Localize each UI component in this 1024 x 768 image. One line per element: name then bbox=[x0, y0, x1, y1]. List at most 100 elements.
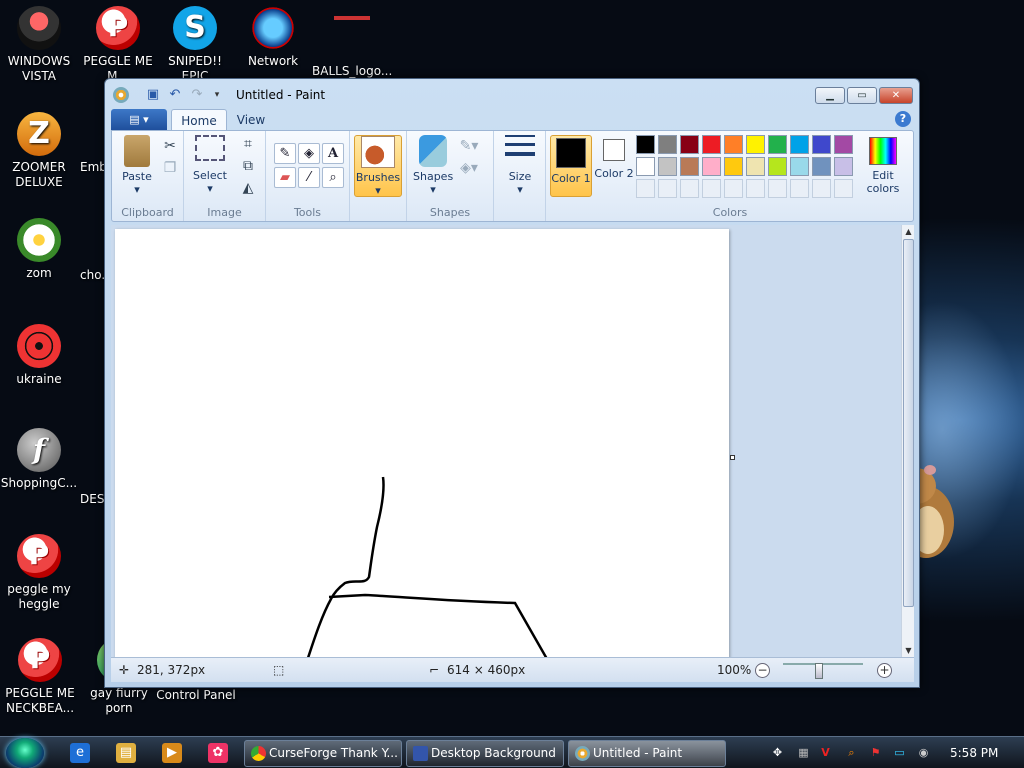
rotate-icon[interactable]: ◭ bbox=[238, 179, 258, 197]
palette-swatch[interactable] bbox=[724, 157, 743, 176]
select-button[interactable]: Select ▾ bbox=[190, 135, 230, 195]
tray-v-icon[interactable]: V bbox=[818, 745, 833, 760]
customize-qat-icon[interactable]: ▾ bbox=[209, 87, 225, 103]
palette-swatch[interactable] bbox=[680, 135, 699, 154]
tray-network-icon[interactable]: ▦ bbox=[796, 745, 811, 760]
minimize-button[interactable]: ▁ bbox=[815, 87, 845, 104]
tray-volume-icon[interactable]: ◉ bbox=[916, 745, 931, 760]
palette-swatch[interactable] bbox=[790, 157, 809, 176]
palette-swatch[interactable] bbox=[724, 135, 743, 154]
drawing-canvas[interactable] bbox=[115, 229, 729, 657]
desktop-icon-emb[interactable]: Emb... bbox=[80, 160, 104, 175]
explorer-icon[interactable]: ▤ bbox=[116, 743, 136, 763]
close-button[interactable]: ✕ bbox=[879, 87, 913, 104]
zoom-out-icon[interactable]: − bbox=[755, 663, 770, 678]
zoom-slider-track[interactable] bbox=[783, 663, 863, 665]
palette-swatch[interactable] bbox=[746, 135, 765, 154]
paint-app-icon[interactable] bbox=[113, 87, 129, 103]
task-paint[interactable]: Untitled - Paint bbox=[568, 740, 726, 767]
palette-swatch[interactable] bbox=[680, 157, 699, 176]
desktop-icon-zoomer[interactable]: Z ZOOMER DELUXE bbox=[0, 112, 78, 190]
desktop-icon-peggle-my-heggle[interactable]: peggle my heggle bbox=[0, 534, 78, 612]
help-icon[interactable]: ? bbox=[895, 111, 911, 127]
palette-swatch[interactable] bbox=[746, 157, 765, 176]
magnifier-icon[interactable]: ⌕ bbox=[322, 167, 344, 188]
task-curseforge[interactable]: CurseForge Thank Y... bbox=[244, 740, 402, 767]
desktop-icon-sniped[interactable]: S SNIPED!! EPIC bbox=[156, 6, 234, 84]
palette-swatch[interactable] bbox=[636, 157, 655, 176]
zoom-in-icon[interactable]: + bbox=[877, 663, 892, 678]
eraser-icon[interactable]: ▰ bbox=[274, 167, 296, 188]
custom-color-slot[interactable] bbox=[724, 179, 743, 198]
cut-icon[interactable]: ✂ bbox=[160, 137, 180, 155]
tray-arrows-icon[interactable]: ✥ bbox=[770, 745, 785, 760]
desktop-icon-zom[interactable]: zom bbox=[0, 218, 78, 281]
scroll-thumb[interactable] bbox=[903, 239, 914, 607]
desktop-icon-windows-vista[interactable]: WINDOWS VISTA bbox=[0, 6, 78, 84]
desktop-icon-network[interactable]: Network bbox=[234, 6, 312, 69]
desktop-icon-ukraine[interactable]: ukraine bbox=[0, 324, 78, 387]
desktop-icon-peggle-me[interactable]: PEGGLE ME M... bbox=[78, 6, 158, 84]
scroll-down-icon[interactable]: ▼ bbox=[902, 646, 915, 655]
custom-color-slot[interactable] bbox=[768, 179, 787, 198]
desktop-icon-peggle-neckbeard[interactable]: PEGGLE ME NECKBEA... bbox=[0, 638, 80, 716]
palette-swatch[interactable] bbox=[702, 157, 721, 176]
desktop-icon-control-panel[interactable]: Control Panel bbox=[156, 688, 236, 703]
scroll-up-icon[interactable]: ▲ bbox=[902, 227, 915, 236]
tab-view[interactable]: View bbox=[229, 109, 273, 131]
custom-color-slot[interactable] bbox=[702, 179, 721, 198]
palette-swatch[interactable] bbox=[768, 135, 787, 154]
palette-swatch[interactable] bbox=[812, 135, 831, 154]
palette-swatch[interactable] bbox=[768, 157, 787, 176]
custom-color-slot[interactable] bbox=[636, 179, 655, 198]
desktop-icon-balls-logo[interactable]: BALLS_logo... bbox=[312, 6, 392, 79]
pencil-icon[interactable]: ✎ bbox=[274, 143, 296, 164]
text-icon[interactable]: A bbox=[322, 143, 344, 164]
paint-quicklaunch-icon[interactable]: ✿ bbox=[208, 743, 228, 763]
tab-home[interactable]: Home bbox=[171, 109, 227, 131]
color-picker-icon[interactable]: ⁄ bbox=[298, 167, 320, 188]
palette-swatch[interactable] bbox=[636, 135, 655, 154]
brushes-button[interactable]: Brushes ▾ bbox=[354, 135, 402, 197]
clock[interactable]: 5:58 PM bbox=[950, 746, 998, 760]
edit-colors-button[interactable]: Edit colors bbox=[858, 135, 908, 195]
save-icon[interactable]: ▣ bbox=[145, 87, 161, 103]
copy-icon[interactable]: ❐ bbox=[160, 159, 180, 177]
maximize-button[interactable]: ▭ bbox=[847, 87, 877, 104]
size-button[interactable]: Size ▾ bbox=[500, 135, 540, 196]
redo-icon[interactable]: ↷ bbox=[189, 87, 205, 103]
vertical-scrollbar[interactable]: ▲ ▼ bbox=[901, 225, 914, 657]
palette-swatch[interactable] bbox=[834, 157, 853, 176]
fill-shape-icon[interactable]: ◈▾ bbox=[459, 159, 479, 177]
tray-search-icon[interactable]: ⌕ bbox=[844, 745, 859, 760]
palette-swatch[interactable] bbox=[834, 135, 853, 154]
tray-monitor-icon[interactable]: ▭ bbox=[892, 745, 907, 760]
custom-color-slot[interactable] bbox=[812, 179, 831, 198]
tray-flag-icon[interactable]: ⚑ bbox=[868, 745, 883, 760]
custom-color-slot[interactable] bbox=[834, 179, 853, 198]
fill-icon[interactable]: ◈ bbox=[298, 143, 320, 164]
ie-icon[interactable]: e bbox=[70, 743, 90, 763]
custom-color-slot[interactable] bbox=[746, 179, 765, 198]
task-desktop-background[interactable]: Desktop Background bbox=[406, 740, 564, 767]
color2-button[interactable]: Color 2 bbox=[594, 135, 634, 180]
palette-swatch[interactable] bbox=[658, 135, 677, 154]
start-button[interactable] bbox=[6, 738, 44, 768]
custom-color-slot[interactable] bbox=[658, 179, 677, 198]
custom-color-slot[interactable] bbox=[790, 179, 809, 198]
canvas-resize-handle[interactable] bbox=[730, 455, 735, 460]
outline-icon[interactable]: ✎▾ bbox=[459, 137, 479, 155]
palette-swatch[interactable] bbox=[658, 157, 677, 176]
zoom-slider-thumb[interactable] bbox=[815, 663, 823, 679]
palette-swatch[interactable] bbox=[790, 135, 809, 154]
undo-icon[interactable]: ↶ bbox=[167, 87, 183, 103]
palette-swatch[interactable] bbox=[702, 135, 721, 154]
desktop-icon-cho[interactable]: cho... bbox=[80, 268, 104, 283]
color1-button[interactable]: Color 1 bbox=[550, 135, 592, 197]
paste-button[interactable]: Paste ▾ bbox=[118, 135, 156, 196]
paint-menu-button[interactable]: ▤ ▾ bbox=[111, 109, 167, 130]
title-bar[interactable]: ▣ ↶ ↷ ▾ Untitled - Paint ▁ ▭ ✕ bbox=[105, 79, 919, 109]
shapes-button[interactable]: Shapes ▾ bbox=[413, 135, 453, 196]
desktop-icon-des[interactable]: DES... bbox=[80, 492, 104, 507]
custom-color-slot[interactable] bbox=[680, 179, 699, 198]
